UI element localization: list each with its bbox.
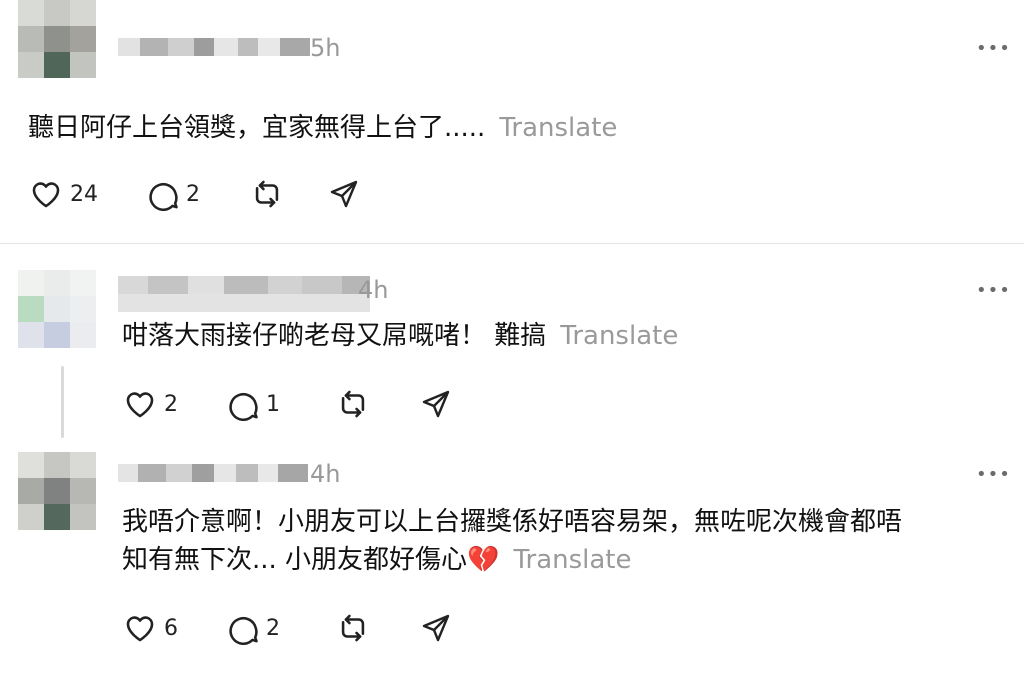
share-button[interactable] [420, 388, 452, 420]
avatar[interactable] [18, 270, 96, 348]
post-text: 咁落大雨接仔啲老母又屌嘅啫！ 難搞 Translate [122, 316, 678, 356]
more-options-icon[interactable]: ••• [976, 466, 1011, 484]
repost-button[interactable] [336, 387, 370, 421]
post-text: 聽日阿仔上台領獎，宜家無得上台了..... Translate [28, 108, 617, 148]
post-body: 咁落大雨接仔啲老母又屌嘅啫！ 難搞 [122, 321, 547, 351]
avatar[interactable] [18, 0, 96, 78]
heart-icon [28, 177, 64, 211]
action-bar: 2 1 [122, 384, 452, 424]
share-button[interactable] [328, 178, 360, 210]
send-icon [420, 612, 452, 644]
reply-button[interactable]: 2 [226, 611, 280, 645]
repost-icon [336, 611, 370, 645]
reply-button[interactable]: 1 [226, 387, 280, 421]
like-button[interactable]: 24 [28, 177, 98, 211]
like-count: 2 [164, 391, 178, 417]
timestamp: 4h [358, 276, 389, 304]
action-bar: 24 2 [28, 174, 360, 214]
repost-icon [250, 177, 284, 211]
like-count: 24 [70, 181, 98, 207]
reply-count: 1 [266, 391, 280, 417]
username-blur-lower [118, 294, 370, 312]
repost-icon [336, 387, 370, 421]
share-button[interactable] [420, 612, 452, 644]
comment-icon [226, 387, 260, 421]
comment-icon [146, 177, 180, 211]
send-icon [328, 178, 360, 210]
post-text-line-1: 我唔介意啊！小朋友可以上台攞獎係好唔容易架，無咗呢次機會都唔 [122, 507, 903, 537]
send-icon [420, 388, 452, 420]
thread-line [61, 366, 64, 438]
divider [0, 243, 1024, 244]
repost-button[interactable] [250, 177, 284, 211]
reply-count: 2 [186, 181, 200, 207]
reply-button[interactable]: 2 [146, 177, 200, 211]
translate-link[interactable]: Translate [513, 545, 631, 575]
post-text-line-2: 知有無下次... 小朋友都好傷心💔 Translate [122, 540, 632, 580]
timestamp: 4h [310, 460, 341, 488]
translate-link[interactable]: Translate [499, 113, 617, 143]
more-options-icon[interactable]: ••• [976, 282, 1011, 300]
post-body: 知有無下次... 小朋友都好傷心💔 [122, 545, 500, 575]
username[interactable] [118, 464, 308, 482]
translate-link[interactable]: Translate [560, 321, 678, 351]
action-bar: 6 2 [122, 608, 452, 648]
reply-count: 2 [266, 615, 280, 641]
username[interactable] [118, 276, 370, 294]
more-options-icon[interactable]: ••• [976, 40, 1011, 58]
heart-icon [122, 611, 158, 645]
avatar[interactable] [18, 452, 96, 530]
timestamp: 5h [310, 34, 341, 62]
repost-button[interactable] [336, 611, 370, 645]
like-button[interactable]: 2 [122, 387, 178, 421]
comment-icon [226, 611, 260, 645]
like-button[interactable]: 6 [122, 611, 178, 645]
username[interactable] [118, 38, 310, 56]
like-count: 6 [164, 615, 178, 641]
heart-icon [122, 387, 158, 421]
post-body: 聽日阿仔上台領獎，宜家無得上台了..... [28, 113, 486, 143]
